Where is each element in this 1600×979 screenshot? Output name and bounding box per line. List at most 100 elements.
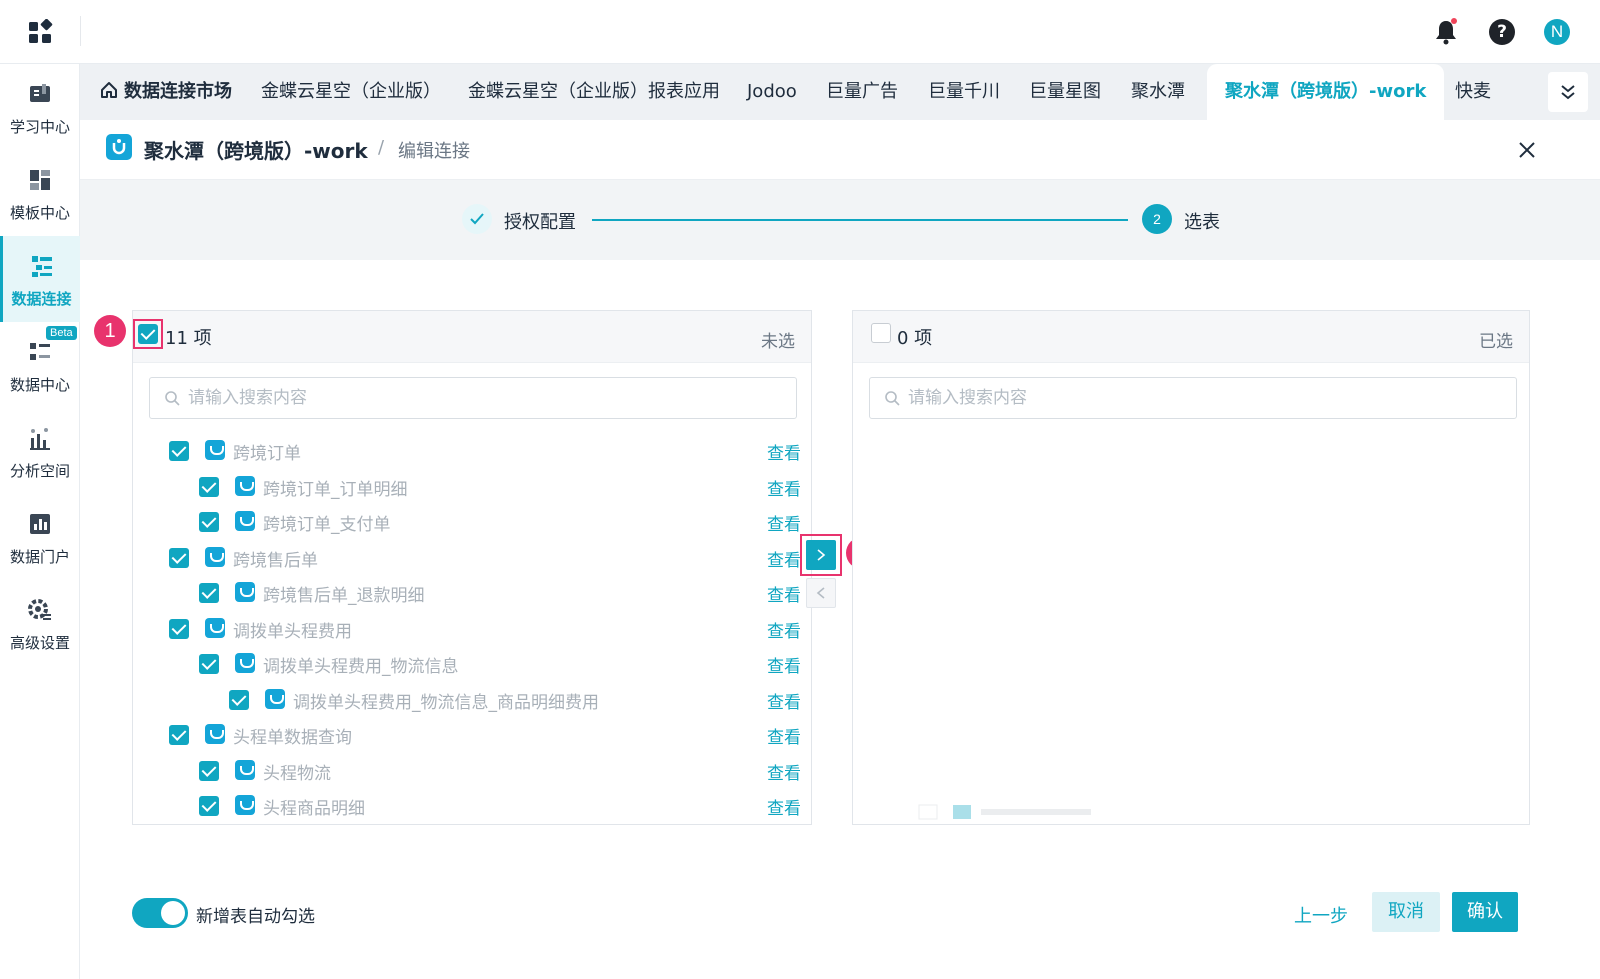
table-name: 头程商品明细	[263, 799, 365, 819]
double-chevron-down-icon	[1561, 85, 1575, 100]
row-checkbox[interactable]	[169, 547, 189, 568]
tab-connector[interactable]: 聚水潭	[1131, 64, 1185, 120]
panel-header: 聚水潭（跨境版）-work / 编辑连接	[80, 120, 1600, 180]
row-checkbox[interactable]	[229, 689, 249, 710]
table-row[interactable]: 头程单数据查询 查看	[133, 717, 811, 753]
tab-connector-active[interactable]: 聚水潭（跨境版）-work	[1207, 64, 1445, 120]
table-name: 跨境售后单	[233, 550, 318, 571]
table-row[interactable]: 跨境售后单_退款明细 查看	[133, 575, 811, 611]
auto-select-toggle[interactable]	[132, 898, 188, 928]
search-box	[869, 377, 1517, 419]
table-row[interactable]: 调拨单头程费用_物流信息 查看	[133, 646, 811, 682]
search-box	[149, 377, 797, 419]
table-row[interactable]: 调拨单头程费用 查看	[133, 611, 811, 647]
apps-grid-icon[interactable]	[28, 19, 54, 45]
user-avatar[interactable]: N	[1539, 14, 1575, 50]
table-row[interactable]: 跨境订单_订单明细 查看	[133, 469, 811, 505]
tab-label: 数据连接市场	[124, 81, 232, 102]
sidebar-item-learning[interactable]: 学习中心	[0, 64, 80, 150]
tab-connector[interactable]: Jodoo	[747, 64, 797, 120]
sidebar-item-label: 高级设置	[9, 634, 70, 652]
row-checkbox[interactable]	[169, 618, 189, 639]
view-link[interactable]: 查看	[767, 688, 801, 713]
table-icon	[235, 759, 255, 780]
chevron-right-icon	[817, 549, 826, 561]
row-checkbox[interactable]	[199, 583, 219, 603]
settings-icon	[28, 599, 51, 620]
row-checkbox[interactable]	[169, 725, 189, 745]
previous-step-button[interactable]: 上一步	[1286, 898, 1356, 936]
move-right-button[interactable]	[806, 540, 836, 570]
view-link[interactable]: 查看	[767, 439, 801, 464]
tab-home-market[interactable]: 数据连接市场	[100, 64, 232, 120]
table-name: 跨境订单_订单明细	[263, 479, 408, 500]
table-name: 跨境订单_支付单	[263, 515, 391, 535]
view-link[interactable]: 查看	[767, 723, 801, 748]
view-link[interactable]: 查看	[767, 581, 801, 606]
table-row[interactable]: 跨境售后单 查看	[133, 540, 811, 576]
notifications-button[interactable]	[1428, 14, 1464, 50]
table-icon	[235, 511, 255, 531]
row-checkbox[interactable]	[199, 654, 219, 674]
table-row[interactable]: 头程商品明细 查看	[133, 788, 811, 824]
tab-connector[interactable]: 巨量千川	[928, 64, 1000, 120]
list-tag: 未选	[761, 332, 795, 352]
portal-icon	[30, 514, 50, 534]
sidebar-item-portal[interactable]: 数据门户	[0, 494, 80, 580]
search-input[interactable]	[908, 386, 1488, 410]
table-name: 调拨单头程费用	[233, 621, 352, 642]
table-icon	[235, 795, 255, 815]
tab-connector[interactable]: 快麦	[1455, 64, 1491, 120]
sidebar-item-label: 分析空间	[9, 462, 70, 480]
table-name: 跨境售后单_退款明细	[263, 586, 425, 606]
sidebar-item-settings[interactable]: 高级设置	[0, 580, 80, 666]
sidebar-item-data-center[interactable]: Beta 数据中心	[0, 322, 80, 408]
auto-select-label: 新增表自动勾选	[196, 907, 315, 927]
table-row[interactable]: 头程物流 查看	[133, 753, 811, 789]
sidebar-item-label: 模板中心	[9, 204, 70, 222]
view-link[interactable]: 查看	[767, 652, 801, 677]
item-count: 11 项	[165, 328, 212, 349]
sidebar-item-data-connection[interactable]: 数据连接	[0, 236, 80, 322]
sidebar-item-analysis[interactable]: 分析空间	[0, 408, 80, 494]
select-all-checkbox[interactable]	[138, 324, 158, 344]
analysis-icon	[30, 428, 50, 450]
view-link[interactable]: 查看	[767, 759, 801, 784]
row-checkbox[interactable]	[199, 476, 219, 497]
tab-connector[interactable]: 巨量广告	[826, 64, 898, 120]
select-all-checkbox[interactable]	[871, 323, 891, 343]
row-checkbox[interactable]	[199, 512, 219, 532]
list-header: 0 项 已选	[853, 311, 1529, 363]
tab-connector[interactable]: 金蝶云星空（企业版）	[261, 64, 441, 120]
view-link[interactable]: 查看	[767, 475, 801, 500]
step-number: 2	[1142, 204, 1172, 234]
table-row[interactable]: 跨境订单 查看	[133, 433, 811, 469]
row-checkbox[interactable]	[169, 441, 189, 461]
view-link[interactable]: 查看	[767, 794, 801, 819]
row-checkbox[interactable]	[199, 760, 219, 781]
help-button[interactable]: ?	[1484, 14, 1520, 50]
more-tabs-button[interactable]	[1548, 72, 1588, 112]
template-icon	[30, 170, 50, 190]
view-link[interactable]: 查看	[767, 510, 801, 535]
table-name: 调拨单头程费用_物流信息_商品明细费用	[293, 692, 599, 713]
search-icon	[165, 391, 180, 406]
tab-connector[interactable]: 巨量星图	[1029, 64, 1101, 120]
sidebar-item-templates[interactable]: 模板中心	[0, 150, 80, 236]
cancel-button[interactable]: 取消	[1372, 892, 1440, 932]
table-row[interactable]: 跨境订单_支付单 查看	[133, 504, 811, 540]
list-tag: 已选	[1479, 332, 1513, 352]
transition-ghost-row	[918, 804, 1091, 820]
view-link[interactable]: 查看	[767, 617, 801, 642]
confirm-button[interactable]: 确认	[1452, 892, 1518, 932]
view-link[interactable]: 查看	[767, 546, 801, 571]
table-icon	[235, 582, 255, 602]
tab-connector[interactable]: 金蝶云星空（企业版）报表应用	[468, 64, 720, 120]
search-input[interactable]	[188, 386, 768, 410]
move-left-button[interactable]	[806, 578, 836, 608]
row-checkbox[interactable]	[199, 796, 219, 816]
panel-title: 聚水潭（跨境版）-work	[144, 139, 368, 163]
step-label-select-tables: 选表	[1184, 212, 1220, 233]
close-button[interactable]	[1512, 135, 1542, 165]
table-row[interactable]: 调拨单头程费用_物流信息_商品明细费用 查看	[133, 682, 811, 718]
